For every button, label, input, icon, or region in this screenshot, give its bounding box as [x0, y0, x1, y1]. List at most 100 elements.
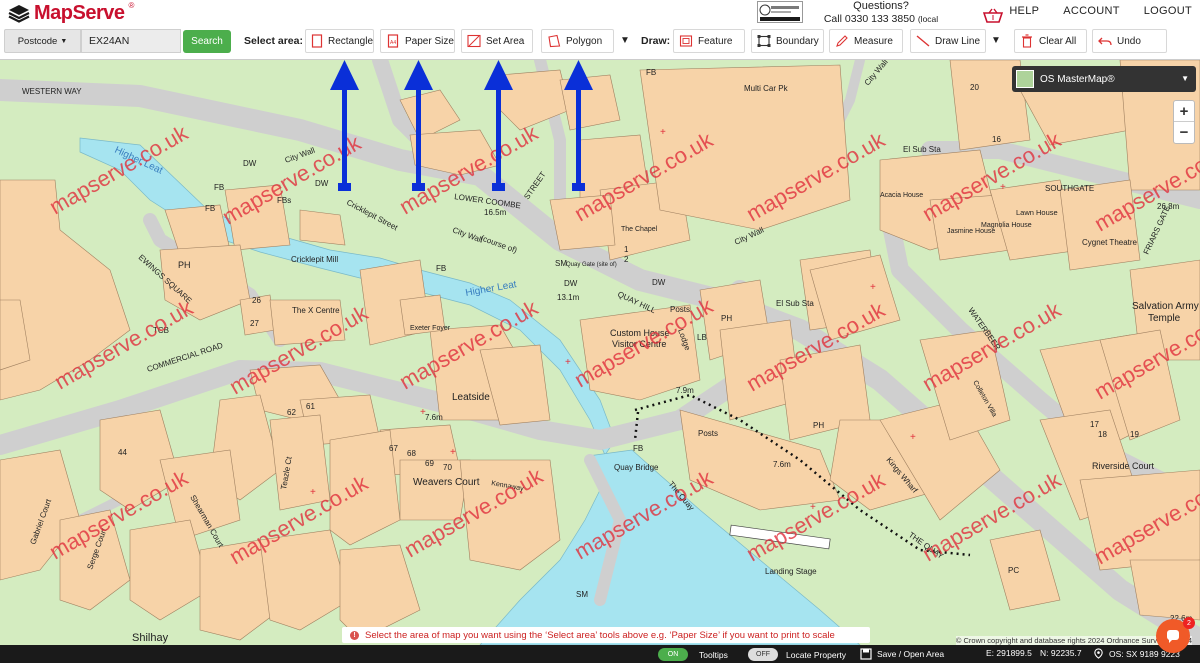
zoom-control: + −	[1173, 100, 1195, 144]
undo-button[interactable]: Undo	[1092, 29, 1167, 53]
label-quay-bridge: Quay Bridge	[614, 463, 659, 472]
measure-tool-button[interactable]: Measure	[829, 29, 903, 53]
os-partner-badge	[757, 1, 803, 23]
label-n69: 69	[425, 459, 434, 468]
map-layer-label: OS MasterMap®	[1040, 73, 1115, 85]
label-n19: 19	[1130, 430, 1139, 439]
label-n67: 67	[389, 444, 398, 453]
save-disk-icon	[860, 648, 872, 660]
set-area-tool-label: Set Area	[486, 35, 525, 47]
label-n2: 2	[624, 255, 629, 264]
draw-line-tool-label: Draw Line	[935, 35, 981, 47]
measure-tool-label: Measure	[854, 35, 893, 47]
tooltips-toggle[interactable]: ON	[658, 648, 688, 661]
info-alert-icon: !	[350, 630, 359, 640]
draw-more-caret-icon[interactable]: ▼	[991, 35, 1001, 46]
label-riverside-court: Riverside Court	[1092, 461, 1155, 471]
svg-text:A4: A4	[390, 40, 396, 46]
label-southgate: SOUTHGATE	[1045, 184, 1094, 193]
boundary-icon	[757, 34, 771, 48]
paper-size-tool-label: Paper Size	[405, 35, 454, 47]
label-n1: 1	[624, 245, 629, 254]
clear-all-button[interactable]: Clear All	[1014, 29, 1087, 53]
search-button[interactable]: Search	[183, 30, 231, 53]
label-cygnet-theatre: Cygnet Theatre	[1082, 238, 1138, 247]
label-height-7-6b: 7.6m	[773, 460, 791, 469]
label-fb2: FB	[205, 204, 215, 213]
ordnance-survey-badge-icon	[759, 4, 800, 21]
rectangle-tool-button[interactable]: Rectangle	[305, 29, 374, 53]
label-acacia-house: Acacia House	[880, 192, 923, 199]
label-fb1: FB	[214, 183, 224, 192]
basket-icon[interactable]	[983, 8, 1003, 24]
nav-logout[interactable]: LOGOUT	[1144, 5, 1192, 17]
label-the-chapel: The Chapel	[621, 226, 658, 233]
boundary-tool-label: Boundary	[776, 35, 819, 47]
label-lb: LB	[697, 333, 707, 342]
label-x-centre: The X Centre	[292, 306, 340, 315]
app-header: MapServe ® Questions? Call 0330 133 3850…	[0, 0, 1200, 60]
label-dw2: DW	[315, 179, 329, 188]
label-n18: 18	[1098, 430, 1107, 439]
svg-text:+: +	[870, 282, 876, 293]
label-multi-car-pk: Multi Car Pk	[744, 84, 789, 93]
save-open-area-button[interactable]: Save / Open Area	[860, 648, 944, 660]
label-fb3: FB	[436, 264, 446, 273]
postcode-input[interactable]: EX24AN	[81, 29, 181, 53]
clear-all-label: Clear All	[1039, 35, 1077, 47]
phone-number[interactable]: Call 0330 133 3850	[824, 13, 915, 25]
label-temple: Temple	[1148, 313, 1181, 324]
status-bar: ON Tooltips OFF Locate Property Save / O…	[0, 645, 1200, 663]
polygon-tool-button[interactable]: Polygon	[541, 29, 614, 53]
label-height-7-9: 7.9m	[676, 386, 694, 395]
rectangle-tool-label: Rectangle	[328, 35, 374, 47]
questions-title: Questions?	[853, 0, 909, 12]
paper-size-tool-button[interactable]: A4 Paper Size	[380, 29, 455, 53]
label-n16: 16	[992, 135, 1001, 144]
map-layer-select[interactable]: OS MasterMap® ▼	[1012, 66, 1196, 92]
select-area-more-caret-icon[interactable]: ▼	[620, 35, 630, 46]
nav-account[interactable]: ACCOUNT	[1063, 5, 1120, 17]
easting-readout: E: 291899.5	[986, 648, 1032, 658]
label-n44: 44	[118, 448, 127, 457]
label-shilhay: Shilhay	[132, 632, 169, 644]
instruction-message: ! Select the area of map you want using …	[342, 627, 870, 643]
logo-registered-mark: ®	[128, 0, 135, 10]
label-n27: 27	[250, 319, 259, 328]
label-ph2: PH	[721, 314, 732, 323]
label-n17: 17	[1090, 420, 1099, 429]
label-n62: 62	[287, 408, 296, 417]
instruction-text: Select the area of map you want using th…	[365, 629, 835, 641]
nav-help[interactable]: HELP	[1009, 5, 1039, 17]
feature-tool-button[interactable]: Feature	[673, 29, 745, 53]
chevron-down-icon: ▼	[1181, 74, 1189, 83]
label-pc: PC	[1008, 566, 1019, 575]
polygon-icon	[547, 34, 561, 48]
label-ph1: PH	[178, 260, 191, 270]
mapserve-logo[interactable]: MapServe ®	[8, 0, 135, 24]
boundary-tool-button[interactable]: Boundary	[751, 29, 824, 53]
map-toolbar: Postcode ▼ EX24AN Search Select area: Re…	[0, 29, 1200, 54]
tooltips-label: Tooltips	[699, 649, 728, 660]
label-height-13-1: 13.1m	[557, 293, 580, 302]
label-el-sub-sta-1: El Sub Sta	[903, 145, 941, 154]
label-height-26-8: 26.8m	[1157, 202, 1180, 211]
search-type-select[interactable]: Postcode ▼	[4, 29, 81, 53]
draw-line-tool-button[interactable]: Draw Line	[910, 29, 986, 53]
label-fb5: FB	[646, 68, 656, 77]
label-ph3: PH	[813, 421, 824, 430]
locate-property-toggle[interactable]: OFF	[748, 648, 778, 661]
label-cricklepit-mill: Cricklepit Mill	[291, 255, 338, 264]
label-quay-gate: Quay Gate (site of)	[566, 262, 617, 268]
northing-readout: N: 92235.7	[1040, 648, 1082, 658]
search-type-label: Postcode	[17, 35, 58, 47]
zoom-out-button[interactable]: −	[1174, 122, 1194, 143]
set-area-tool-button[interactable]: Set Area	[461, 29, 533, 53]
label-dw4: DW	[652, 278, 666, 287]
select-area-label: Select area:	[244, 35, 303, 47]
map-canvas[interactable]: + + + + + + + + + WESTERN WAY Higher Leat High…	[0, 60, 1200, 645]
locate-toggle-group: OFF Locate Property	[748, 648, 846, 661]
label-height-7-6: 7.6m	[425, 413, 443, 422]
zoom-in-button[interactable]: +	[1174, 101, 1194, 122]
label-posts-2: Posts	[698, 429, 718, 438]
